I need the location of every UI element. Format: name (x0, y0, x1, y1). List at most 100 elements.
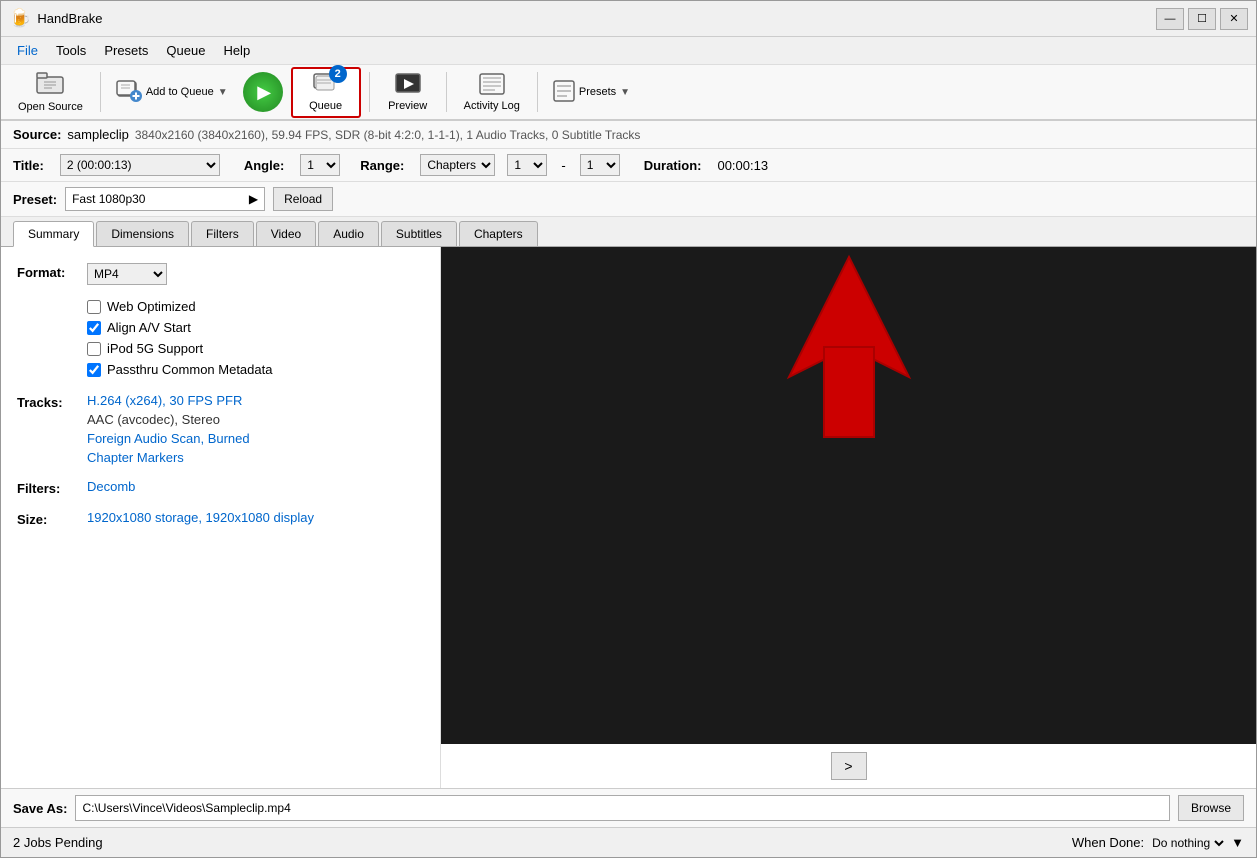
separator-4 (537, 72, 538, 112)
preset-row: Preset: Fast 1080p30 ▶ Reload Save (1, 182, 1256, 217)
menu-presets[interactable]: Presets (96, 40, 156, 61)
jobs-pending: 2 Jobs Pending (13, 835, 103, 850)
size-value: 1920x1080 storage, 1920x1080 display (87, 510, 424, 525)
save-path-input[interactable] (75, 795, 1170, 821)
size-text: 1920x1080 storage, 1920x1080 display (87, 510, 314, 525)
tracks-list: H.264 (x264), 30 FPS PFR AAC (avcodec), … (87, 393, 424, 465)
tab-bar: Summary Dimensions Filters Video Audio S… (1, 217, 1256, 247)
web-optimized-input[interactable] (87, 300, 101, 314)
format-label: Format: (17, 263, 87, 280)
when-done-select[interactable]: Do nothing Sleep Shutdown (1148, 835, 1227, 851)
menu-tools[interactable]: Tools (48, 40, 94, 61)
tracks-row: Tracks: H.264 (x264), 30 FPS PFR AAC (av… (17, 393, 424, 465)
when-done-group: When Done: Do nothing Sleep Shutdown ▼ (1072, 835, 1244, 851)
minimize-button[interactable]: — (1156, 8, 1184, 30)
web-optimized-label: Web Optimized (107, 299, 196, 314)
open-source-button[interactable]: Open Source (9, 67, 92, 118)
preview-nav: > (441, 744, 1256, 788)
presets-icon (553, 80, 575, 105)
tab-audio[interactable]: Audio (318, 221, 379, 246)
filter-decomb[interactable]: Decomb (87, 479, 135, 494)
tracks-label: Tracks: (17, 393, 87, 410)
title-row: Title: 2 (00:00:13) Angle: 1 Range: Chap… (1, 149, 1256, 182)
range-label: Range: (360, 158, 404, 173)
filters-row: Filters: Decomb (17, 479, 424, 496)
menu-help[interactable]: Help (215, 40, 258, 61)
preview-next-button[interactable]: > (831, 752, 867, 780)
add-to-queue-label: Add to Queue (146, 86, 214, 98)
separator-2 (369, 72, 370, 112)
separator-1 (100, 72, 101, 112)
preset-arrow: ▶ (249, 192, 258, 206)
tab-summary[interactable]: Summary (13, 221, 94, 247)
preview-button[interactable]: Preview (378, 68, 438, 117)
track-audio: AAC (avcodec), Stereo (87, 412, 424, 427)
preset-select[interactable]: Fast 1080p30 ▶ (65, 187, 265, 211)
summary-panel: Format: MP4 MKV Web Optimized Align A/V (1, 247, 441, 788)
format-row: Format: MP4 MKV (17, 263, 424, 285)
format-field: MP4 MKV (87, 263, 424, 285)
format-select[interactable]: MP4 MKV (87, 263, 167, 285)
menu-bar: File Tools Presets Queue Help (1, 37, 1256, 65)
tab-chapters[interactable]: Chapters (459, 221, 538, 246)
track-video[interactable]: H.264 (x264), 30 FPS PFR (87, 393, 424, 408)
save-as-label: Save As: (13, 801, 67, 816)
tab-dimensions[interactable]: Dimensions (96, 221, 189, 246)
ipod-support-checkbox[interactable]: iPod 5G Support (87, 341, 424, 356)
add-queue-dropdown[interactable]: ▼ (218, 87, 228, 98)
close-button[interactable]: ✕ (1220, 8, 1248, 30)
angle-label: Angle: (244, 158, 284, 173)
reload-button[interactable]: Reload (273, 187, 333, 211)
when-done-label: When Done: (1072, 835, 1144, 850)
duration-label: Duration: (644, 158, 702, 173)
source-label: Source: (13, 127, 61, 142)
track-chapters[interactable]: Chapter Markers (87, 450, 424, 465)
queue-count-badge: 2 (329, 65, 347, 83)
maximize-button[interactable]: ☐ (1188, 8, 1216, 30)
title-label: Title: (13, 158, 44, 173)
preview-area: Preview 1 of 10 > (441, 247, 1256, 788)
ipod-support-input[interactable] (87, 342, 101, 356)
presets-button[interactable]: Presets ▼ (546, 75, 637, 110)
source-bar: Source: sampleclip 3840x2160 (3840x2160)… (1, 121, 1256, 149)
size-label: Size: (17, 510, 87, 527)
play-icon: ▶ (257, 82, 271, 103)
align-av-input[interactable] (87, 321, 101, 335)
red-arrow-overlay (749, 247, 949, 450)
web-optimized-checkbox[interactable]: Web Optimized (87, 299, 424, 314)
add-queue-icon (116, 80, 142, 105)
track-subtitle[interactable]: Foreign Audio Scan, Burned (87, 431, 424, 446)
content-area: Format: MP4 MKV Web Optimized Align A/V (1, 247, 1256, 788)
angle-select[interactable]: 1 (300, 154, 340, 176)
align-av-checkbox[interactable]: Align A/V Start (87, 320, 424, 335)
browse-button[interactable]: Browse (1178, 795, 1244, 821)
tab-video[interactable]: Video (256, 221, 316, 246)
title-select[interactable]: 2 (00:00:13) (60, 154, 220, 176)
activity-log-button[interactable]: Activity Log (455, 68, 529, 117)
preview-icon (395, 73, 421, 98)
tab-filters[interactable]: Filters (191, 221, 254, 246)
menu-queue[interactable]: Queue (158, 40, 213, 61)
presets-dropdown[interactable]: ▼ (620, 87, 630, 98)
activity-log-icon (479, 73, 505, 98)
passthru-metadata-input[interactable] (87, 363, 101, 377)
toolbar: Open Source Add to Queue ▼ (1, 65, 1256, 121)
preview-label: Preview (388, 100, 427, 112)
passthru-metadata-checkbox[interactable]: Passthru Common Metadata (87, 362, 424, 377)
queue-btn-inner: 2 (313, 73, 339, 98)
menu-file[interactable]: File (9, 40, 46, 61)
range-end-select[interactable]: 1 (580, 154, 620, 176)
preset-value: Fast 1080p30 (72, 192, 145, 206)
queue-label: Queue (309, 100, 342, 112)
passthru-metadata-label: Passthru Common Metadata (107, 362, 272, 377)
add-to-queue-button[interactable]: Add to Queue ▼ (109, 75, 235, 110)
range-type-select[interactable]: Chapters (420, 154, 495, 176)
queue-button[interactable]: 2 Queue (291, 67, 361, 118)
start-queue-button[interactable]: ▶ (243, 72, 283, 112)
tab-subtitles[interactable]: Subtitles (381, 221, 457, 246)
app-title: HandBrake (37, 11, 102, 26)
range-separator: - (559, 158, 567, 173)
range-start-select[interactable]: 1 (507, 154, 547, 176)
source-filename: sampleclip (67, 127, 128, 142)
app-icon: 🍺 (9, 8, 31, 29)
